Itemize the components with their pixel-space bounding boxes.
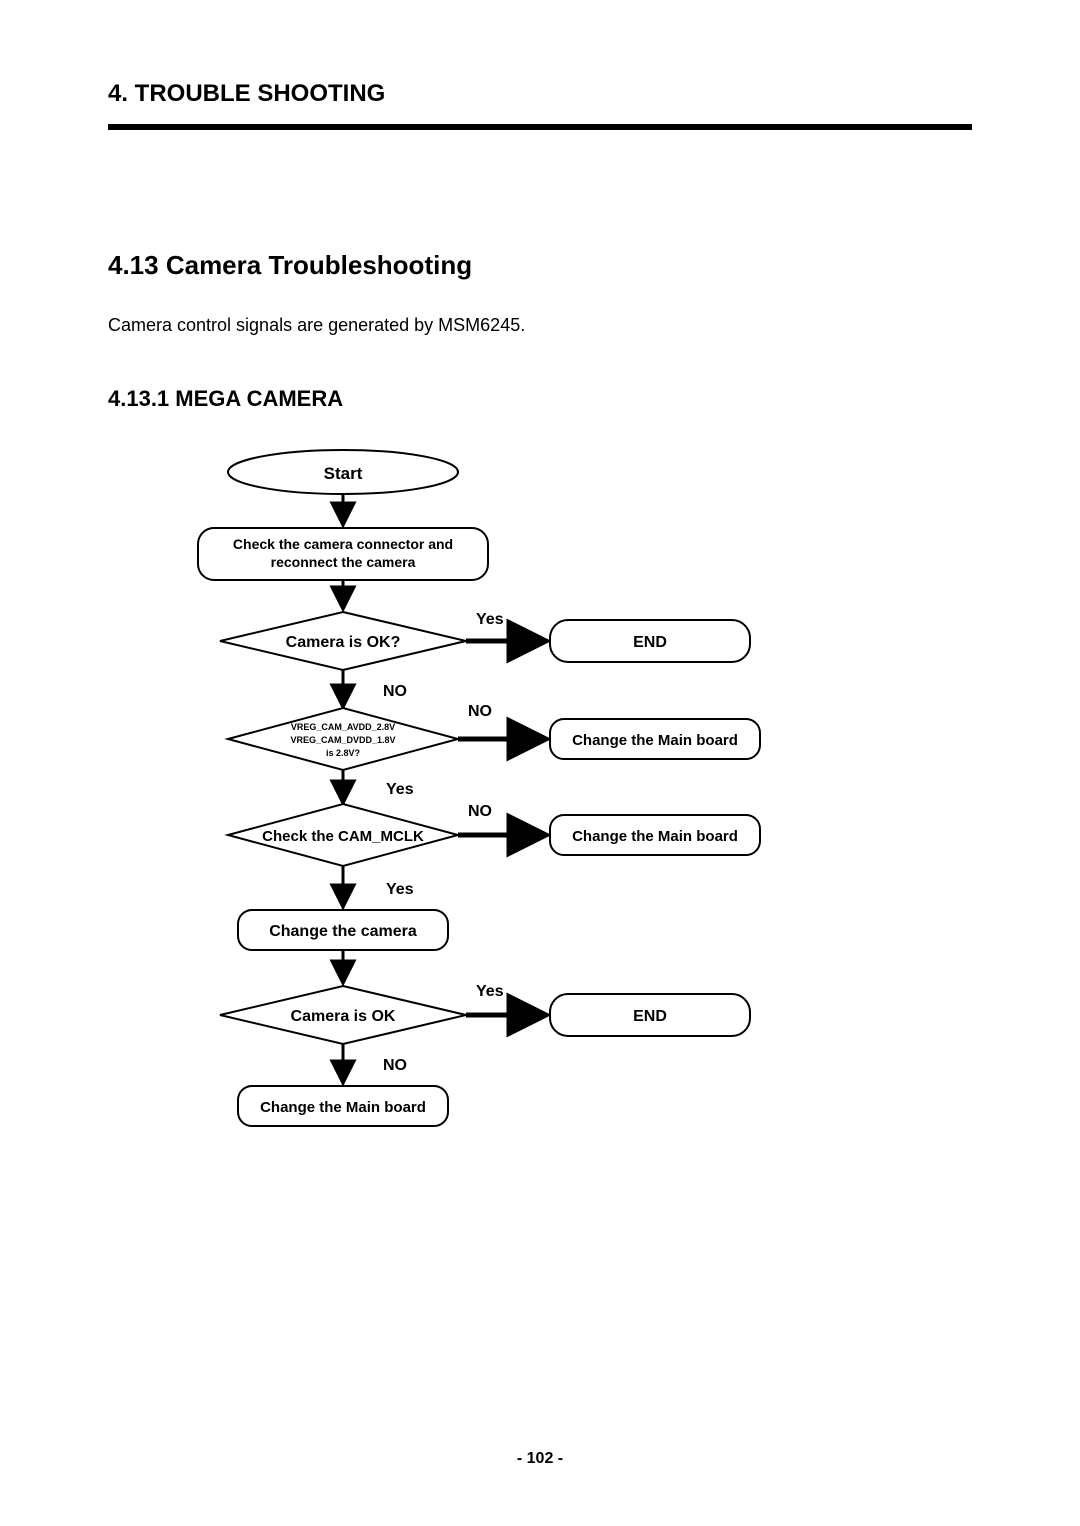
svg-text:Start: Start [324, 464, 363, 483]
page: 4. TROUBLE SHOOTING 4.13 Camera Troubles… [0, 0, 1080, 1526]
svg-text:VREG_CAM_DVDD_1.8V: VREG_CAM_DVDD_1.8V [290, 735, 395, 745]
label-yes-1: Yes [476, 611, 504, 628]
svg-text:Check the camera connector and: Check the camera connector and [233, 536, 453, 552]
label-no-3: NO [468, 803, 492, 820]
body-text: Camera control signals are generated by … [108, 315, 972, 336]
svg-text:is 2.8V?: is 2.8V? [326, 748, 360, 758]
page-number: - 102 - [0, 1450, 1080, 1468]
flowchart: Start Check the camera connector and rec… [108, 446, 972, 1166]
svg-text:Change the Main board: Change the Main board [260, 1099, 426, 1116]
svg-text:Change the Main board: Change the Main board [572, 828, 738, 845]
subsection-title: 4.13.1 MEGA CAMERA [108, 386, 972, 412]
decision-camera-ok-1: Camera is OK? [220, 612, 466, 670]
svg-text:reconnect the camera: reconnect the camera [271, 554, 416, 570]
step-change-main-3: Change the Main board [238, 1086, 448, 1126]
decision-camera-ok-2: Camera is OK [220, 986, 466, 1044]
label-yes-2: Yes [386, 781, 414, 798]
decision-vreg: VREG_CAM_AVDD_2.8V VREG_CAM_DVDD_1.8V is… [228, 708, 458, 770]
step-change-main-2: Change the Main board [550, 815, 760, 855]
svg-text:END: END [633, 1008, 667, 1025]
step-change-main-1: Change the Main board [550, 719, 760, 759]
svg-text:Camera is OK?: Camera is OK? [286, 634, 401, 651]
label-yes-4: Yes [476, 983, 504, 1000]
decision-cam-mclk: Check the CAM_MCLK [228, 804, 458, 866]
step-check-connector: Check the camera connector and reconnect… [198, 528, 488, 580]
section-title: 4.13 Camera Troubleshooting [108, 250, 972, 281]
step-change-camera: Change the camera [238, 910, 448, 950]
svg-text:Check the CAM_MCLK: Check the CAM_MCLK [262, 828, 424, 845]
chapter-title: 4. TROUBLE SHOOTING [108, 80, 972, 118]
svg-text:Change the Main board: Change the Main board [572, 732, 738, 749]
end-node-2: END [550, 994, 750, 1036]
svg-text:END: END [633, 634, 667, 651]
label-no-2: NO [468, 703, 492, 720]
label-no-4: NO [383, 1057, 407, 1074]
label-no-1: NO [383, 683, 407, 700]
svg-text:Camera is OK: Camera is OK [291, 1008, 396, 1025]
horizontal-rule [108, 124, 972, 130]
content-area: 4. TROUBLE SHOOTING 4.13 Camera Troubles… [0, 0, 1080, 1166]
svg-text:VREG_CAM_AVDD_2.8V: VREG_CAM_AVDD_2.8V [291, 722, 395, 732]
end-node-1: END [550, 620, 750, 662]
svg-text:Change the camera: Change the camera [269, 923, 417, 940]
label-yes-3: Yes [386, 881, 414, 898]
start-node: Start [228, 450, 458, 494]
